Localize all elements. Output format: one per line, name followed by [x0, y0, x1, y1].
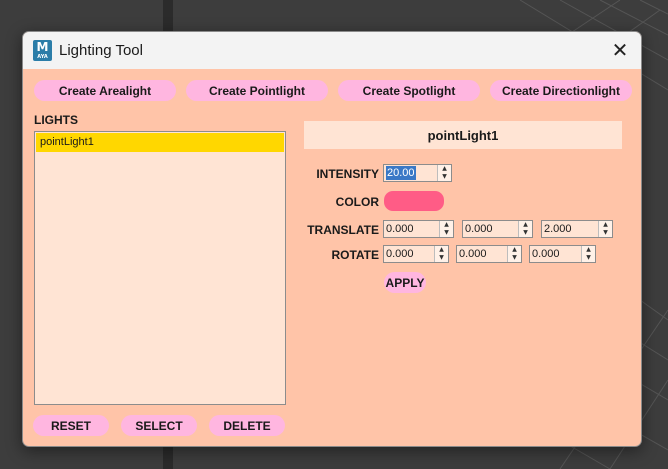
arrow-up-icon[interactable]: ▲ [519, 221, 532, 229]
lights-list[interactable]: pointLight1 [34, 131, 286, 405]
arrow-down-icon[interactable]: ▼ [508, 254, 521, 262]
arrow-down-icon[interactable]: ▼ [519, 229, 532, 237]
arrow-up-icon[interactable]: ▲ [435, 246, 448, 254]
list-item[interactable]: pointLight1 [36, 133, 284, 152]
translate-y-stepper[interactable]: ▲ ▼ [518, 221, 532, 237]
rotate-x-field[interactable]: 0.000 ▲ ▼ [383, 245, 449, 263]
select-button[interactable]: SELECT [121, 415, 197, 436]
translate-label: TRANSLATE [307, 223, 379, 237]
rotate-x-stepper[interactable]: ▲ ▼ [434, 246, 448, 262]
arrow-down-icon[interactable]: ▼ [435, 254, 448, 262]
lights-label: LIGHTS [34, 113, 78, 127]
arrow-up-icon[interactable]: ▲ [440, 221, 453, 229]
window-title: Lighting Tool [59, 42, 143, 59]
rotate-x-value[interactable]: 0.000 [386, 247, 414, 261]
apply-button[interactable]: APPLY [384, 272, 426, 293]
translate-y-field[interactable]: 0.000 ▲ ▼ [462, 220, 533, 238]
arrow-up-icon[interactable]: ▲ [508, 246, 521, 254]
close-button[interactable]: ✕ [607, 37, 633, 63]
rotate-z-field[interactable]: 0.000 ▲ ▼ [529, 245, 596, 263]
intensity-value[interactable]: 20.00 [386, 166, 416, 180]
color-label: COLOR [335, 195, 379, 209]
intensity-label: INTENSITY [316, 167, 379, 181]
create-arealight-button[interactable]: Create Arealight [34, 80, 176, 101]
create-directionlight-button[interactable]: Create Directionlight [490, 80, 632, 101]
translate-z-field[interactable]: 2.000 ▲ ▼ [541, 220, 613, 238]
rotate-z-stepper[interactable]: ▲ ▼ [581, 246, 595, 262]
selected-light-name: pointLight1 [304, 121, 622, 149]
app-icon-sub: AYA [37, 54, 48, 60]
arrow-up-icon[interactable]: ▲ [582, 246, 595, 254]
arrow-down-icon[interactable]: ▼ [440, 229, 453, 237]
arrow-up-icon[interactable]: ▲ [599, 221, 612, 229]
intensity-stepper[interactable]: ▲ ▼ [437, 165, 451, 181]
rotate-y-stepper[interactable]: ▲ ▼ [507, 246, 521, 262]
color-swatch[interactable] [384, 191, 444, 211]
translate-y-value[interactable]: 0.000 [465, 222, 493, 236]
translate-z-stepper[interactable]: ▲ ▼ [598, 221, 612, 237]
app-icon-letter: M [36, 40, 49, 54]
intensity-field[interactable]: 20.00 ▲ ▼ [383, 164, 452, 182]
title-bar[interactable]: M AYA Lighting Tool ✕ [23, 32, 641, 69]
create-pointlight-button[interactable]: Create Pointlight [186, 80, 328, 101]
reset-button[interactable]: RESET [33, 415, 109, 436]
rotate-z-value[interactable]: 0.000 [532, 247, 560, 261]
maya-app-icon: M AYA [33, 40, 52, 61]
translate-x-field[interactable]: 0.000 ▲ ▼ [383, 220, 454, 238]
arrow-down-icon[interactable]: ▼ [582, 254, 595, 262]
close-icon[interactable]: ✕ [612, 38, 629, 62]
arrow-up-icon[interactable]: ▲ [438, 165, 451, 173]
arrow-down-icon[interactable]: ▼ [599, 229, 612, 237]
translate-x-value[interactable]: 0.000 [386, 222, 414, 236]
rotate-y-field[interactable]: 0.000 ▲ ▼ [456, 245, 522, 263]
create-spotlight-button[interactable]: Create Spotlight [338, 80, 480, 101]
translate-x-stepper[interactable]: ▲ ▼ [439, 221, 453, 237]
arrow-down-icon[interactable]: ▼ [438, 173, 451, 181]
translate-z-value[interactable]: 2.000 [544, 222, 572, 236]
delete-button[interactable]: DELETE [209, 415, 285, 436]
lighting-tool-dialog: M AYA Lighting Tool ✕ Create Arealight C… [22, 31, 642, 447]
rotate-label: ROTATE [331, 248, 379, 262]
rotate-y-value[interactable]: 0.000 [459, 247, 487, 261]
